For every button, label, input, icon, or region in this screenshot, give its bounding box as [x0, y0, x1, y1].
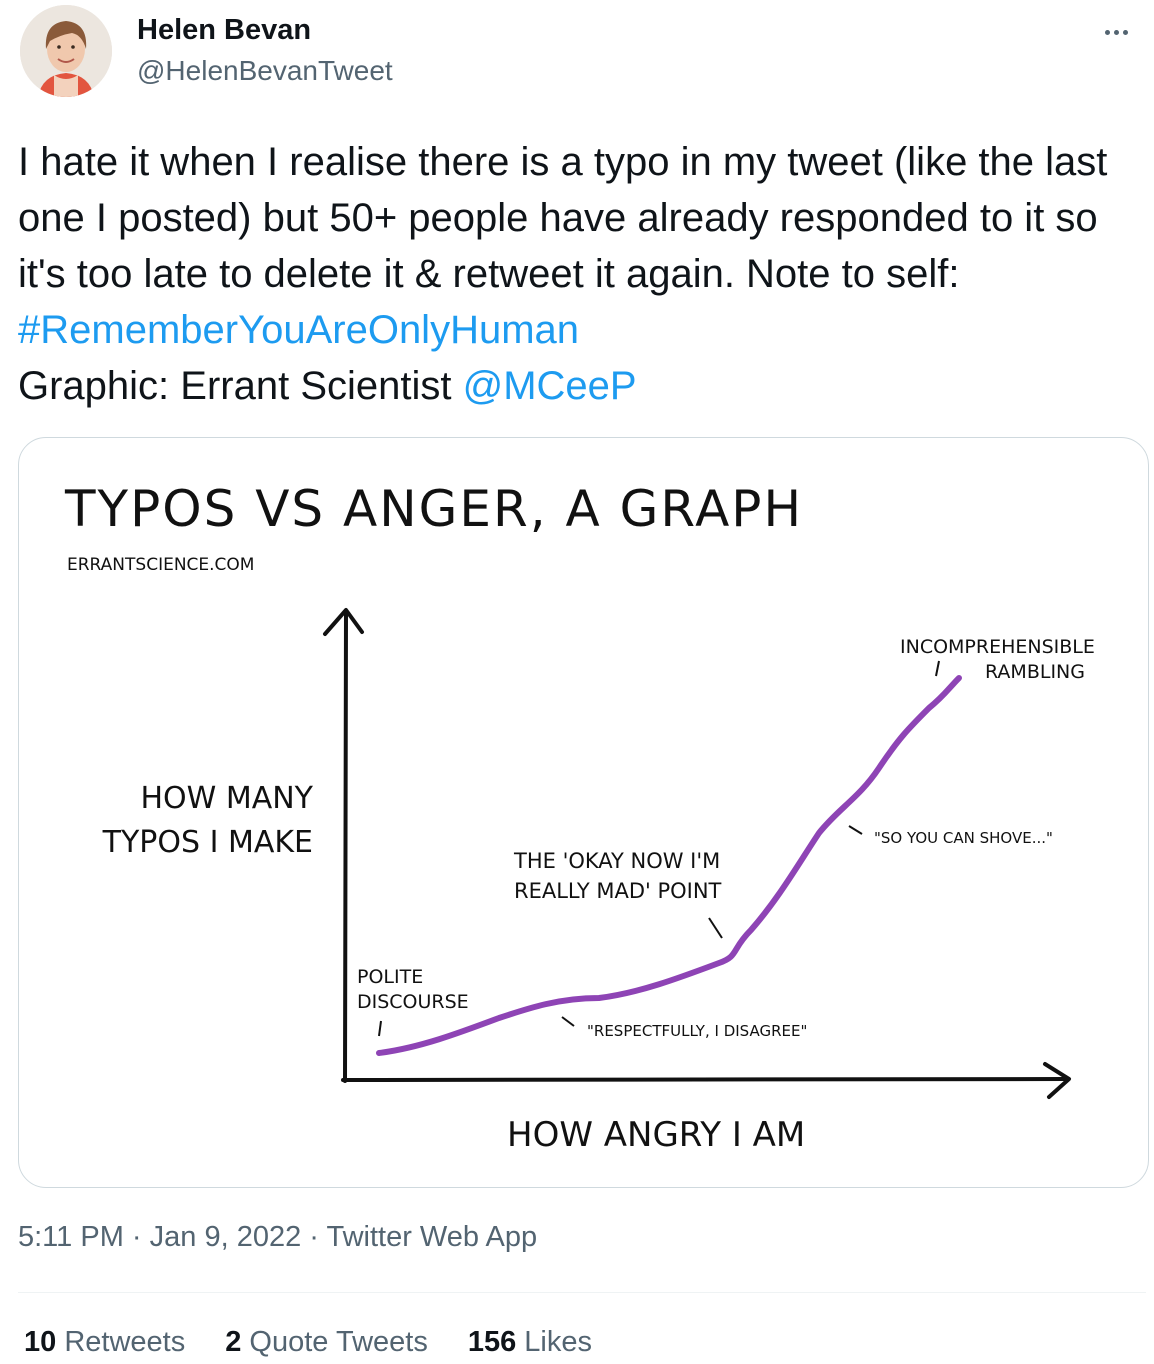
- retweets-stat[interactable]: 10 Retweets: [24, 1326, 185, 1359]
- tweet-text: I hate it when I realise there is a typo…: [18, 134, 1138, 414]
- y-axis: [343, 611, 348, 1083]
- quote-tweets-label: Quote Tweets: [249, 1326, 428, 1358]
- hashtag-link[interactable]: #RememberYouAreOnlyHuman: [18, 308, 579, 352]
- meta-separator: ·: [123, 1221, 150, 1253]
- annotation-respectfully: "RESPECTFULLY, I DISAGREE": [587, 1022, 807, 1040]
- tweet-header: Helen Bevan @HelenBevanTweet: [0, 0, 1154, 110]
- author-handle[interactable]: @HelenBevanTweet: [137, 55, 393, 87]
- y-axis-label-line2: TYPOS I MAKE: [102, 825, 313, 860]
- likes-label: Likes: [524, 1326, 592, 1358]
- annotation-incomprehensible-line1: INCOMPREHENSIBLE: [900, 636, 1095, 658]
- graphic-source: ERRANTSCIENCE.COM: [67, 555, 254, 575]
- annotation-okay-line2: REALLY MAD' POINT: [514, 879, 722, 903]
- graphic-title: TYPOS VS ANGER, A GRAPH: [64, 480, 803, 538]
- annotation-polite-tick: [378, 1020, 382, 1037]
- divider: [18, 1292, 1146, 1293]
- y-axis-label-line1: HOW MANY: [140, 781, 313, 816]
- annotation-incomprehensible-tick: [935, 660, 940, 677]
- tweet-media-card[interactable]: TYPOS VS ANGER, A GRAPH ERRANTSCIENCE.CO…: [18, 437, 1149, 1188]
- typos-vs-anger-graphic: TYPOS VS ANGER, A GRAPH ERRANTSCIENCE.CO…: [64, 480, 1095, 1155]
- avatar[interactable]: [20, 5, 112, 97]
- annotation-okay-tick: [708, 917, 723, 939]
- annotation-shove-tick: [848, 825, 863, 835]
- annotation-okay-line1: THE 'OKAY NOW I'M: [513, 849, 720, 873]
- likes-stat[interactable]: 156 Likes: [468, 1326, 592, 1359]
- more-options-icon[interactable]: [1098, 14, 1134, 50]
- retweets-count: 10: [24, 1326, 57, 1358]
- annotation-shove: "SO YOU CAN SHOVE...": [874, 829, 1053, 847]
- tweet-body-text: I hate it when I realise there is a typo…: [18, 140, 1108, 296]
- tweet-meta: 5:11 PM · Jan 9, 2022 · Twitter Web App: [18, 1221, 537, 1254]
- tweet-credit-text: Graphic: Errant Scientist: [18, 364, 463, 408]
- mention-link[interactable]: @MCeeP: [463, 364, 637, 408]
- annotation-polite-line2: DISCOURSE: [357, 991, 469, 1013]
- meta-separator: ·: [301, 1221, 327, 1253]
- annotation-polite-line1: POLITE: [357, 966, 423, 988]
- likes-count: 156: [467, 1326, 517, 1358]
- tweet-date[interactable]: Jan 9, 2022: [150, 1221, 302, 1253]
- annotation-respectfully-tick: [561, 1016, 575, 1027]
- quote-tweets-stat[interactable]: 2 Quote Tweets: [225, 1326, 428, 1359]
- y-axis-arrowhead: [323, 608, 364, 636]
- retweets-label: Retweets: [64, 1326, 186, 1358]
- tweet-source-app[interactable]: Twitter Web App: [326, 1221, 537, 1253]
- x-axis: [341, 1077, 1067, 1082]
- annotation-incomprehensible-line2: RAMBLING: [985, 661, 1085, 683]
- x-axis-label: HOW ANGRY I AM: [507, 1115, 805, 1155]
- author-name[interactable]: Helen Bevan: [137, 14, 311, 47]
- tweet-stats: 10 Retweets 2 Quote Tweets 156 Likes: [24, 1326, 592, 1359]
- tweet-time[interactable]: 5:11 PM: [18, 1221, 124, 1253]
- avatar-image: [20, 5, 112, 97]
- quote-tweets-count: 2: [225, 1326, 242, 1358]
